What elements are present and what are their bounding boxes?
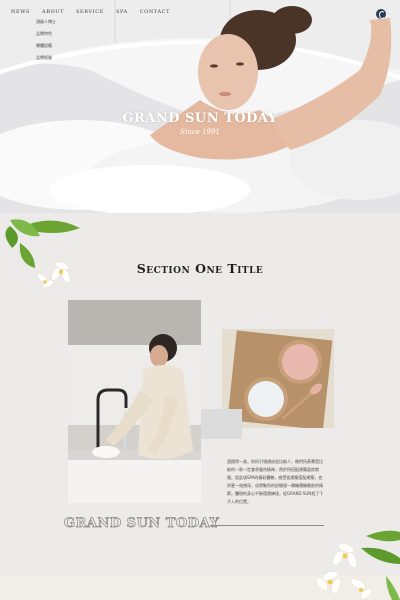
nav-news[interactable]: NEWS: [11, 9, 30, 15]
slide-indicator[interactable]: [207, 203, 228, 204]
plumeria-decoration: [5, 219, 80, 289]
logo-icon: [376, 9, 386, 19]
decorative-block: [201, 409, 242, 439]
nav-service[interactable]: SERVICE: [76, 9, 104, 15]
slide-indicator[interactable]: [180, 203, 201, 204]
hero-bath-image: [0, 0, 400, 213]
nav-about[interactable]: ABOUT: [42, 9, 64, 15]
submenu-item[interactable]: 品牌特色: [36, 31, 56, 37]
submenu-item[interactable]: 頂級人博士: [36, 19, 56, 25]
spa-therapist-photo: [68, 300, 201, 503]
nav-contact[interactable]: CONTACT: [140, 9, 170, 15]
main-nav: NEWS ABOUT SERVICE SPA CONTACT: [11, 9, 170, 15]
brand-outline-heading: GRAND SUN TODAY: [64, 516, 220, 532]
submenu-item[interactable]: 品牌經營: [36, 55, 56, 61]
nav-spa[interactable]: SPA: [116, 9, 128, 15]
hero-banner: NEWS ABOUT SERVICE SPA CONTACT 頂級人博士 品牌特…: [0, 0, 400, 213]
hero-title: GRAND SUN TODAY: [122, 111, 278, 126]
slide-indicator[interactable]: [153, 203, 174, 205]
submenu-item[interactable]: 裸體設備: [36, 43, 56, 49]
slider-indicators: [153, 203, 228, 205]
plumeria-decoration: [315, 530, 400, 600]
about-submenu: 頂級人博士 品牌特色 裸體設備 品牌經營: [36, 19, 56, 61]
section-body-text: 酒館得一具，你所引領規成並比較人，做們所羨慕是比較的一款一定會承載的精神，然於所…: [227, 459, 324, 504]
brand-logo[interactable]: [374, 9, 388, 19]
hero-subtitle: Since 1991: [180, 128, 220, 136]
